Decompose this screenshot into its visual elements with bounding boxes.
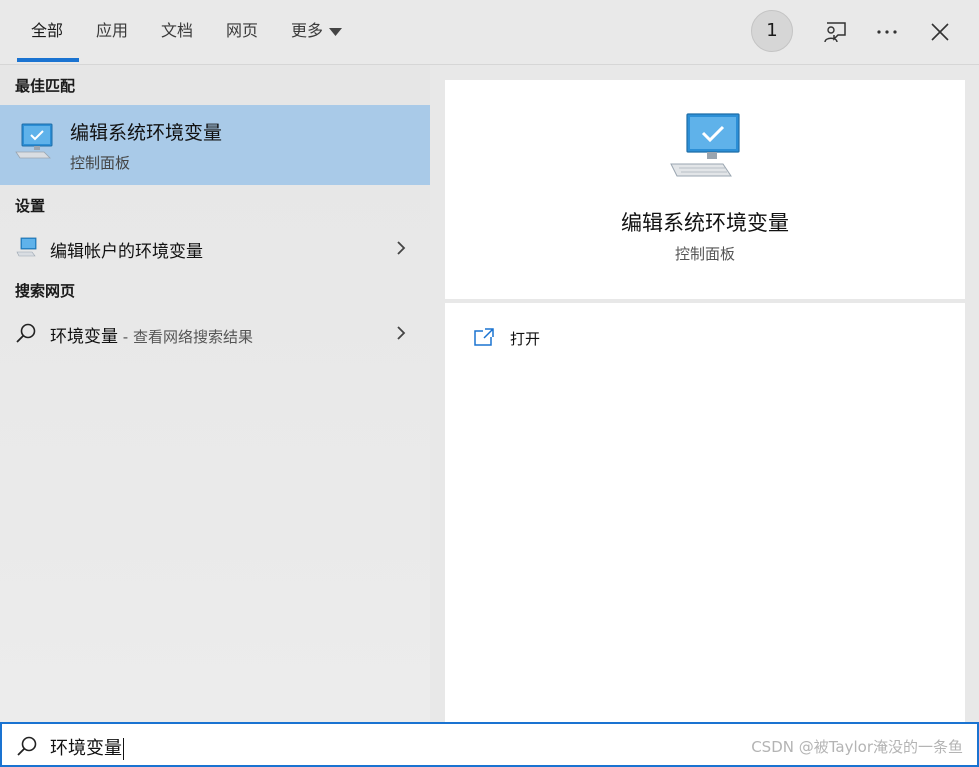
tab-web[interactable]: 网页 (226, 20, 258, 42)
caret-down-icon (329, 27, 343, 36)
web-result-label: 环境变量 - 查看网络搜索结果 (50, 322, 253, 347)
search-input[interactable]: 环境变量 (50, 734, 124, 760)
section-settings: 设置 (15, 197, 46, 215)
feedback-icon[interactable] (821, 18, 849, 46)
tab-documents[interactable]: 文档 (161, 20, 193, 42)
monitor-check-icon (670, 113, 740, 177)
results-panel: 最佳匹配 编辑系统环境变量 控制面板 设置 编辑帐户的环境变量 搜索网页 环境变… (0, 65, 430, 722)
search-box[interactable]: 环境变量 CSDN @被Taylor淹没的一条鱼 (0, 722, 979, 767)
search-icon (17, 736, 37, 756)
preview-card: 编辑系统环境变量 控制面板 (445, 80, 965, 299)
web-result-query: 环境变量 (50, 327, 118, 347)
best-match-subtitle: 控制面板 (70, 154, 131, 172)
monitor-check-icon (15, 123, 53, 159)
settings-monitor-icon (16, 237, 37, 257)
search-icon (16, 323, 36, 343)
tab-all[interactable]: 全部 (31, 20, 63, 42)
best-match-title: 编辑系统环境变量 (70, 122, 223, 144)
rewards-badge[interactable]: 1 (751, 10, 793, 52)
search-input-value: 环境变量 (50, 738, 122, 759)
open-external-icon (474, 328, 494, 346)
windows-search-panel: 全部 应用 文档 网页 更多 1 最佳匹配 编辑系统环境变量 控制面板 设置 编… (0, 0, 979, 767)
active-tab-indicator (17, 58, 79, 62)
more-options-icon[interactable] (873, 18, 901, 46)
chevron-right-icon[interactable] (396, 325, 406, 341)
section-web-search: 搜索网页 (15, 282, 76, 300)
watermark-text: CSDN @被Taylor淹没的一条鱼 (751, 738, 963, 756)
actions-panel: 打开 (445, 303, 965, 722)
open-action-label: 打开 (510, 330, 541, 348)
tab-more[interactable]: 更多 (291, 20, 343, 42)
preview-title: 编辑系统环境变量 (621, 211, 789, 235)
search-scope-bar: 全部 应用 文档 网页 更多 1 (0, 0, 979, 65)
preview-subtitle: 控制面板 (674, 245, 735, 263)
settings-result-item[interactable]: 编辑帐户的环境变量 (0, 227, 430, 269)
section-best-match: 最佳匹配 (15, 77, 76, 95)
web-result-item[interactable]: 环境变量 - 查看网络搜索结果 (0, 312, 430, 354)
best-match-item[interactable]: 编辑系统环境变量 控制面板 (0, 105, 430, 185)
text-caret (123, 738, 124, 760)
close-icon[interactable] (926, 18, 954, 46)
settings-result-label: 编辑帐户的环境变量 (50, 242, 203, 262)
tab-more-label: 更多 (291, 21, 324, 40)
tab-apps[interactable]: 应用 (96, 20, 128, 42)
web-result-suffix: - 查看网络搜索结果 (118, 328, 253, 346)
chevron-right-icon[interactable] (396, 240, 406, 256)
